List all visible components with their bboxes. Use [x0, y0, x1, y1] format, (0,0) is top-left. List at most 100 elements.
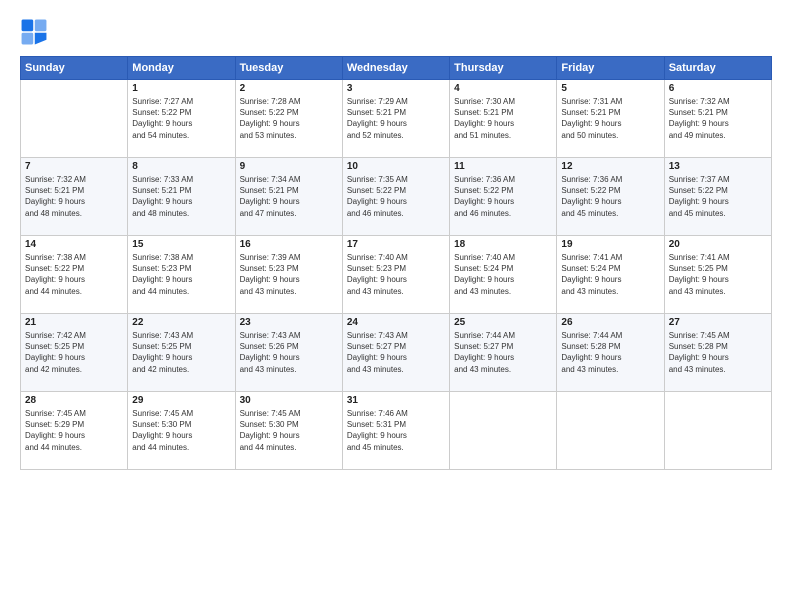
day-number: 26 — [561, 317, 659, 328]
day-cell: 4 Sunrise: 7:30 AM Sunset: 5:21 PM Daylig… — [450, 80, 557, 158]
day-cell: 11 Sunrise: 7:36 AM Sunset: 5:22 PM Dayli… — [450, 158, 557, 236]
day-number: 4 — [454, 83, 552, 94]
day-cell — [450, 392, 557, 470]
day-number: 24 — [347, 317, 445, 328]
day-number: 1 — [132, 83, 230, 94]
day-cell: 2Sunrise: 7:28 AM Sunset: 5:22 PM Daylig… — [235, 80, 342, 158]
day-cell: 7 Sunrise: 7:32 AM Sunset: 5:21 PM Daylig… — [21, 158, 128, 236]
day-info: Sunrise: 7:39 AM Sunset: 5:23 PM Dayligh… — [240, 252, 338, 297]
day-info: Sunrise: 7:36 AM Sunset: 5:22 PM Dayligh… — [454, 174, 552, 219]
day-number: 27 — [669, 317, 767, 328]
day-number: 22 — [132, 317, 230, 328]
week-row-5: 28Sunrise: 7:45 AM Sunset: 5:29 PM Dayli… — [21, 392, 772, 470]
day-number: 6 — [669, 83, 767, 94]
day-cell: 1 Sunrise: 7:27 AM Sunset: 5:22 PM Daylig… — [128, 80, 235, 158]
week-row-3: 14 Sunrise: 7:38 AM Sunset: 5:22 PM Dayli… — [21, 236, 772, 314]
day-number: 17 — [347, 239, 445, 250]
logo — [20, 18, 52, 46]
day-number: 31 — [347, 395, 445, 406]
day-cell: 25 Sunrise: 7:44 AM Sunset: 5:27 PM Dayli… — [450, 314, 557, 392]
col-header-thursday: Thursday — [450, 57, 557, 80]
col-header-wednesday: Wednesday — [342, 57, 449, 80]
day-number: 14 — [25, 239, 123, 250]
day-number: 21 — [25, 317, 123, 328]
day-cell: 16 Sunrise: 7:39 AM Sunset: 5:23 PM Dayli… — [235, 236, 342, 314]
day-cell: 14 Sunrise: 7:38 AM Sunset: 5:22 PM Dayli… — [21, 236, 128, 314]
day-info: Sunrise: 7:40 AM Sunset: 5:24 PM Dayligh… — [454, 252, 552, 297]
day-cell — [557, 392, 664, 470]
day-info: Sunrise: 7:44 AM Sunset: 5:27 PM Dayligh… — [454, 330, 552, 375]
day-number: 28 — [25, 395, 123, 406]
day-info: Sunrise: 7:27 AM Sunset: 5:22 PM Dayligh… — [132, 96, 230, 141]
day-cell: 27 Sunrise: 7:45 AM Sunset: 5:28 PM Dayli… — [664, 314, 771, 392]
day-info: Sunrise: 7:36 AM Sunset: 5:22 PM Dayligh… — [561, 174, 659, 219]
day-number: 8 — [132, 161, 230, 172]
day-cell: 3 Sunrise: 7:29 AM Sunset: 5:21 PM Daylig… — [342, 80, 449, 158]
day-info: Sunrise: 7:41 AM Sunset: 5:24 PM Dayligh… — [561, 252, 659, 297]
day-cell: 22 Sunrise: 7:43 AM Sunset: 5:25 PM Dayli… — [128, 314, 235, 392]
header-row: SundayMondayTuesdayWednesdayThursdayFrid… — [21, 57, 772, 80]
day-number: 19 — [561, 239, 659, 250]
header — [20, 18, 772, 46]
day-number: 10 — [347, 161, 445, 172]
day-number: 11 — [454, 161, 552, 172]
day-cell: 30Sunrise: 7:45 AM Sunset: 5:30 PM Dayli… — [235, 392, 342, 470]
day-number: 25 — [454, 317, 552, 328]
day-cell: 12 Sunrise: 7:36 AM Sunset: 5:22 PM Dayli… — [557, 158, 664, 236]
week-row-1: 1 Sunrise: 7:27 AM Sunset: 5:22 PM Daylig… — [21, 80, 772, 158]
day-info: Sunrise: 7:43 AM Sunset: 5:26 PM Dayligh… — [240, 330, 338, 375]
day-cell: 9 Sunrise: 7:34 AM Sunset: 5:21 PM Daylig… — [235, 158, 342, 236]
day-info: Sunrise: 7:29 AM Sunset: 5:21 PM Dayligh… — [347, 96, 445, 141]
day-info: Sunrise: 7:43 AM Sunset: 5:27 PM Dayligh… — [347, 330, 445, 375]
day-info: Sunrise: 7:30 AM Sunset: 5:21 PM Dayligh… — [454, 96, 552, 141]
calendar-table: SundayMondayTuesdayWednesdayThursdayFrid… — [20, 56, 772, 470]
day-cell: 28Sunrise: 7:45 AM Sunset: 5:29 PM Dayli… — [21, 392, 128, 470]
day-cell: 20Sunrise: 7:41 AM Sunset: 5:25 PM Dayli… — [664, 236, 771, 314]
day-number: 13 — [669, 161, 767, 172]
logo-icon — [20, 18, 48, 46]
day-number: 7 — [25, 161, 123, 172]
day-info: Sunrise: 7:32 AM Sunset: 5:21 PM Dayligh… — [669, 96, 767, 141]
day-cell: 8Sunrise: 7:33 AM Sunset: 5:21 PM Daylig… — [128, 158, 235, 236]
day-info: Sunrise: 7:46 AM Sunset: 5:31 PM Dayligh… — [347, 408, 445, 453]
day-info: Sunrise: 7:28 AM Sunset: 5:22 PM Dayligh… — [240, 96, 338, 141]
day-number: 12 — [561, 161, 659, 172]
day-info: Sunrise: 7:44 AM Sunset: 5:28 PM Dayligh… — [561, 330, 659, 375]
day-info: Sunrise: 7:42 AM Sunset: 5:25 PM Dayligh… — [25, 330, 123, 375]
day-cell: 21 Sunrise: 7:42 AM Sunset: 5:25 PM Dayli… — [21, 314, 128, 392]
week-row-2: 7 Sunrise: 7:32 AM Sunset: 5:21 PM Daylig… — [21, 158, 772, 236]
day-info: Sunrise: 7:45 AM Sunset: 5:30 PM Dayligh… — [132, 408, 230, 453]
day-number: 5 — [561, 83, 659, 94]
day-cell: 18 Sunrise: 7:40 AM Sunset: 5:24 PM Dayli… — [450, 236, 557, 314]
day-cell: 10 Sunrise: 7:35 AM Sunset: 5:22 PM Dayli… — [342, 158, 449, 236]
day-number: 16 — [240, 239, 338, 250]
day-number: 18 — [454, 239, 552, 250]
day-info: Sunrise: 7:34 AM Sunset: 5:21 PM Dayligh… — [240, 174, 338, 219]
day-info: Sunrise: 7:35 AM Sunset: 5:22 PM Dayligh… — [347, 174, 445, 219]
day-number: 3 — [347, 83, 445, 94]
day-cell: 17Sunrise: 7:40 AM Sunset: 5:23 PM Dayli… — [342, 236, 449, 314]
day-number: 29 — [132, 395, 230, 406]
day-cell: 23 Sunrise: 7:43 AM Sunset: 5:26 PM Dayli… — [235, 314, 342, 392]
week-row-4: 21 Sunrise: 7:42 AM Sunset: 5:25 PM Dayli… — [21, 314, 772, 392]
day-number: 9 — [240, 161, 338, 172]
day-cell — [664, 392, 771, 470]
col-header-monday: Monday — [128, 57, 235, 80]
day-cell: 13Sunrise: 7:37 AM Sunset: 5:22 PM Dayli… — [664, 158, 771, 236]
day-cell: 5Sunrise: 7:31 AM Sunset: 5:21 PM Daylig… — [557, 80, 664, 158]
day-cell — [21, 80, 128, 158]
col-header-sunday: Sunday — [21, 57, 128, 80]
col-header-tuesday: Tuesday — [235, 57, 342, 80]
day-info: Sunrise: 7:38 AM Sunset: 5:22 PM Dayligh… — [25, 252, 123, 297]
day-cell: 26 Sunrise: 7:44 AM Sunset: 5:28 PM Dayli… — [557, 314, 664, 392]
day-info: Sunrise: 7:45 AM Sunset: 5:28 PM Dayligh… — [669, 330, 767, 375]
day-cell: 15Sunrise: 7:38 AM Sunset: 5:23 PM Dayli… — [128, 236, 235, 314]
day-info: Sunrise: 7:38 AM Sunset: 5:23 PM Dayligh… — [132, 252, 230, 297]
day-number: 23 — [240, 317, 338, 328]
col-header-saturday: Saturday — [664, 57, 771, 80]
day-info: Sunrise: 7:32 AM Sunset: 5:21 PM Dayligh… — [25, 174, 123, 219]
day-info: Sunrise: 7:43 AM Sunset: 5:25 PM Dayligh… — [132, 330, 230, 375]
day-cell: 24 Sunrise: 7:43 AM Sunset: 5:27 PM Dayli… — [342, 314, 449, 392]
col-header-friday: Friday — [557, 57, 664, 80]
page: SundayMondayTuesdayWednesdayThursdayFrid… — [0, 0, 792, 612]
